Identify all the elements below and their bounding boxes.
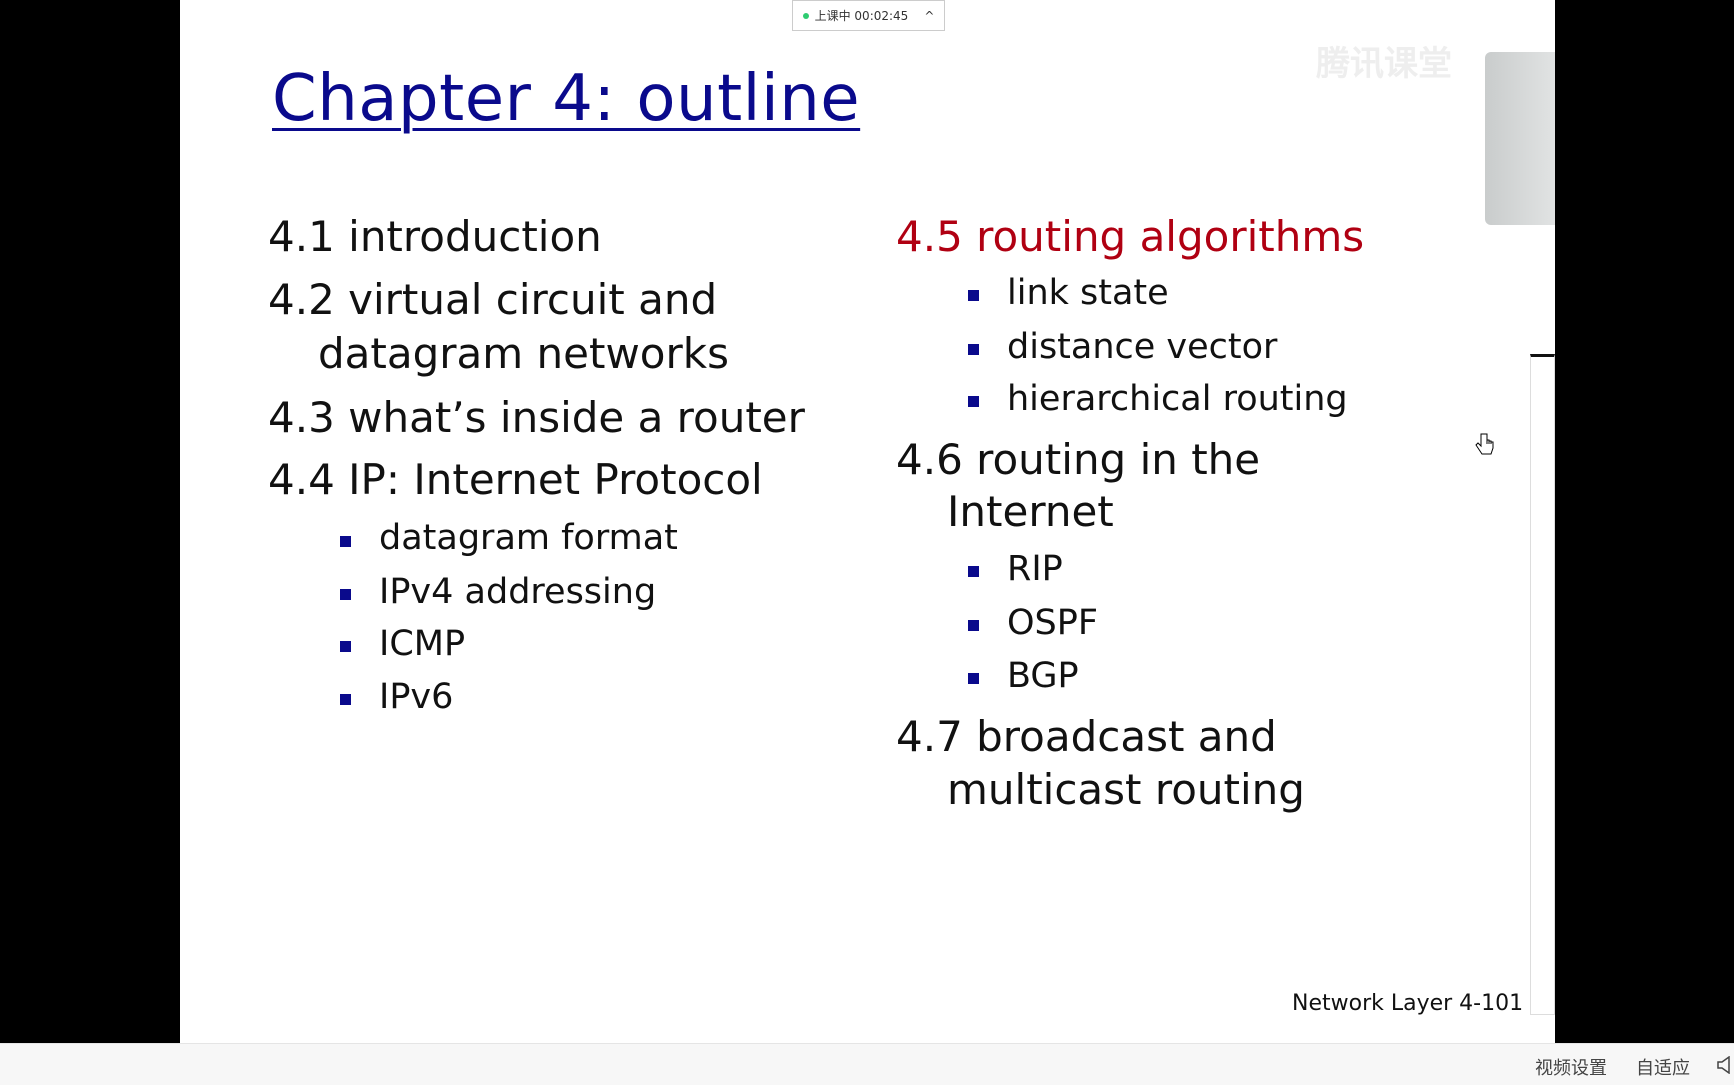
live-dot-icon bbox=[802, 12, 809, 19]
speaker-icon[interactable] bbox=[1716, 1056, 1734, 1074]
outline-4-2-cont: datagram networks bbox=[318, 329, 729, 378]
watermark-logo: 腾讯课堂 bbox=[1316, 44, 1452, 84]
bullet-icon bbox=[968, 673, 979, 684]
hand-cursor-icon bbox=[1475, 433, 1494, 455]
outline-4-6-cont: Internet bbox=[947, 487, 1114, 536]
bullet-icon bbox=[340, 694, 351, 705]
side-panel[interactable] bbox=[1530, 354, 1555, 1015]
bullet-icon bbox=[968, 290, 979, 301]
bottom-bar: 视频设置 自适应 bbox=[0, 1043, 1734, 1085]
outline-4-6-item: OSPF bbox=[1007, 603, 1099, 643]
class-timer: 上课中 00:02:45 bbox=[814, 9, 909, 23]
bullet-icon bbox=[968, 344, 979, 355]
outline-4-2: 4.2 virtual circuit and bbox=[268, 275, 718, 324]
slide-footer: Network Layer 4-101 bbox=[1292, 991, 1524, 1016]
class-status-pill[interactable]: 上课中 00:02:45 ^ bbox=[792, 0, 945, 31]
outline-4-7: 4.7 broadcast and bbox=[896, 712, 1277, 761]
outline-4-1: 4.1 introduction bbox=[268, 212, 602, 261]
outline-4-5-item: distance vector bbox=[1007, 327, 1278, 367]
fit-screen-button[interactable]: 自适应 bbox=[1636, 1054, 1690, 1080]
bullet-icon bbox=[340, 589, 351, 600]
outline-4-4: 4.4 IP: Internet Protocol bbox=[268, 455, 763, 504]
bullet-icon bbox=[968, 620, 979, 631]
outline-4-3: 4.3 what’s inside a router bbox=[268, 393, 805, 442]
outline-4-4-item: datagram format bbox=[379, 518, 678, 558]
bullet-icon bbox=[968, 396, 979, 407]
outline-4-6-item: BGP bbox=[1007, 656, 1079, 696]
bullet-icon bbox=[340, 536, 351, 547]
outline-4-5-item: link state bbox=[1007, 273, 1169, 313]
chevron-up-icon[interactable]: ^ bbox=[924, 9, 934, 23]
video-settings-button[interactable]: 视频设置 bbox=[1535, 1054, 1607, 1080]
outline-4-6-item: RIP bbox=[1007, 549, 1063, 589]
bullet-icon bbox=[968, 566, 979, 577]
outline-4-4-item: ICMP bbox=[379, 624, 466, 664]
outline-4-6: 4.6 routing in the bbox=[896, 435, 1261, 484]
outline-4-4-item: IPv6 bbox=[379, 677, 454, 717]
bullet-icon bbox=[340, 641, 351, 652]
outline-4-5: 4.5 routing algorithms bbox=[896, 212, 1365, 261]
outline-4-7-cont: multicast routing bbox=[947, 765, 1305, 814]
slide-title: Chapter 4: outline bbox=[272, 62, 861, 136]
slide: Chapter 4: outline 4.1 introduction 4.2 … bbox=[180, 0, 1555, 1043]
outline-4-5-item-current: hierarchical routing bbox=[1007, 379, 1348, 419]
camera-thumbnail[interactable] bbox=[1485, 52, 1555, 225]
outline-4-4-item: IPv4 addressing bbox=[379, 572, 657, 612]
